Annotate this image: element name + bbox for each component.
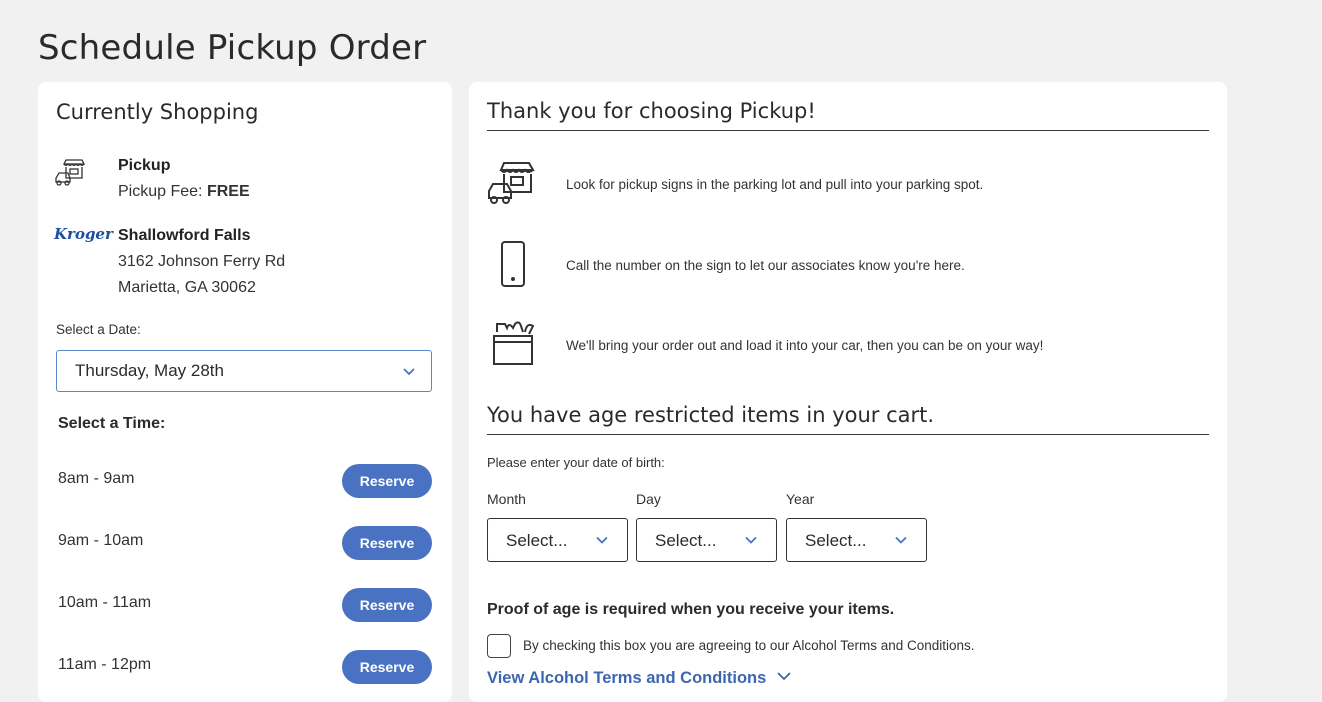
reserve-button[interactable]: Reserve	[342, 650, 432, 684]
month-select-value: Select...	[506, 531, 568, 550]
chevron-down-icon	[401, 363, 417, 384]
month-select[interactable]: Select...	[487, 518, 628, 562]
age-restriction-heading: You have age restricted items in your ca…	[487, 403, 935, 427]
pickup-step: Call the number on the sign to let our a…	[487, 240, 1207, 290]
pickup-fee-label: Pickup Fee:	[118, 183, 203, 200]
reserve-button[interactable]: Reserve	[342, 526, 432, 560]
year-select[interactable]: Select...	[786, 518, 927, 562]
store-address-line-2: Marietta, GA 30062	[118, 279, 256, 296]
heading-divider	[487, 434, 1209, 435]
date-select[interactable]: Thursday, May 28th	[56, 350, 432, 392]
time-slot-row: 10am - 11am Reserve	[58, 588, 432, 622]
pickup-mode-title: Pickup	[118, 157, 171, 174]
curbside-car-icon	[487, 160, 537, 208]
view-alcohol-terms-link[interactable]: View Alcohol Terms and Conditions	[487, 669, 792, 688]
year-select-value: Select...	[805, 531, 867, 550]
store-name: Shallowford Falls	[118, 227, 251, 244]
pickup-step-text: Call the number on the sign to let our a…	[566, 258, 965, 273]
pickup-thanks-heading: Thank you for choosing Pickup!	[487, 99, 816, 123]
time-slot-label: 9am - 10am	[58, 532, 144, 549]
select-time-label: Select a Time:	[58, 415, 166, 432]
time-slot-label: 10am - 11am	[58, 594, 152, 611]
chevron-down-icon	[894, 533, 908, 552]
year-label: Year	[786, 491, 815, 507]
alcohol-terms-checkbox-label: By checking this box you are agreeing to…	[523, 638, 975, 653]
pickup-info-panel: Thank you for choosing Pickup! Look for …	[469, 82, 1227, 702]
chevron-down-icon	[595, 533, 609, 552]
month-label: Month	[487, 491, 526, 507]
pickup-step-text: We'll bring your order out and load it i…	[566, 338, 1044, 353]
day-select[interactable]: Select...	[636, 518, 777, 562]
time-slot-row: 9am - 10am Reserve	[58, 526, 432, 560]
time-slot-label: 11am - 12pm	[58, 656, 152, 673]
currently-shopping-panel: Currently Shopping Pickup Pickup Fee: FR…	[38, 82, 452, 702]
time-slot-row: 8am - 9am Reserve	[58, 464, 432, 498]
grocery-bag-icon	[491, 320, 535, 366]
dob-prompt: Please enter your date of birth:	[487, 455, 665, 470]
pickup-step: We'll bring your order out and load it i…	[487, 320, 1207, 370]
chevron-down-icon	[744, 533, 758, 552]
date-select-value: Thursday, May 28th	[75, 361, 224, 380]
chevron-down-icon	[776, 669, 792, 688]
page-title: Schedule Pickup Order	[38, 28, 427, 68]
day-label: Day	[636, 491, 661, 507]
view-alcohol-terms-link-text: View Alcohol Terms and Conditions	[487, 669, 767, 687]
pickup-step-text: Look for pickup signs in the parking lot…	[566, 177, 984, 192]
time-slot-label: 8am - 9am	[58, 470, 135, 487]
pickup-step: Look for pickup signs in the parking lot…	[487, 160, 1207, 210]
day-select-value: Select...	[655, 531, 717, 550]
currently-shopping-heading: Currently Shopping	[56, 100, 259, 124]
proof-of-age-notice: Proof of age is required when you receiv…	[487, 601, 895, 618]
curbside-pickup-icon	[54, 158, 86, 188]
time-slot-row: 11am - 12pm Reserve	[58, 650, 432, 684]
kroger-logo: Kroger	[54, 225, 113, 243]
reserve-button[interactable]: Reserve	[342, 588, 432, 622]
store-address-line-1: 3162 Johnson Ferry Rd	[118, 253, 286, 270]
heading-divider	[487, 130, 1209, 131]
pickup-fee-value: FREE	[206, 183, 250, 200]
select-date-label: Select a Date:	[56, 322, 141, 337]
alcohol-terms-checkbox[interactable]	[487, 634, 511, 658]
pickup-fee: Pickup Fee: FREE	[118, 183, 250, 201]
phone-icon	[500, 240, 526, 288]
reserve-button[interactable]: Reserve	[342, 464, 432, 498]
